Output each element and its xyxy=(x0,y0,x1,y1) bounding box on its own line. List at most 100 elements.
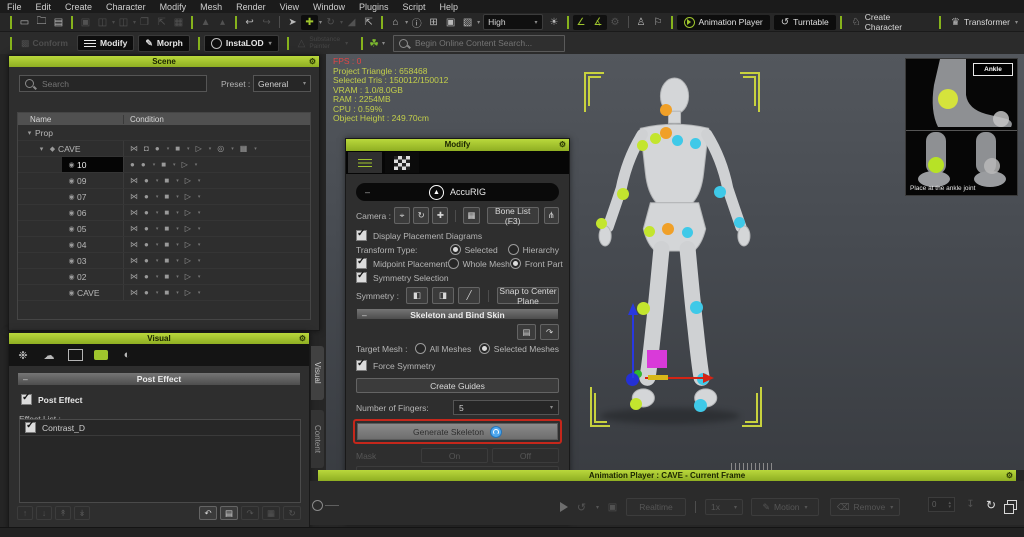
tab-rig-sliders[interactable] xyxy=(348,152,382,173)
tree-row-10[interactable]: ◉ 10 ● ●▾ ■▾ ▷▾ xyxy=(18,157,310,173)
tree-row-09[interactable]: ◉09 ⋈ ●▾ ■▾ ▷▾ xyxy=(18,173,310,189)
target-icon[interactable]: ◎ xyxy=(217,144,224,153)
tree-row-03[interactable]: ◉03 ⋈ ●▾ ■▾ ▷▾ xyxy=(18,253,310,269)
radio-selected[interactable] xyxy=(450,244,461,255)
link-icon[interactable]: ⋈ xyxy=(130,176,138,185)
mask-on-button[interactable]: On xyxy=(421,448,488,463)
player-settings-icon[interactable]: ⚙ xyxy=(1006,470,1013,481)
move-bottom-button[interactable]: ↡ xyxy=(74,506,90,520)
pose-tool-icon[interactable]: ♙ xyxy=(633,15,650,30)
material-book-icon[interactable]: ▧ xyxy=(459,15,476,30)
mesh-icon[interactable]: ■ xyxy=(164,272,169,281)
frame-spinner[interactable]: 0 ▴▾ xyxy=(928,497,955,512)
loop-button[interactable]: ↺ xyxy=(573,500,590,515)
tree-row-04[interactable]: ◉04 ⋈ ●▾ ■▾ ▷▾ xyxy=(18,237,310,253)
guide-dot-chest[interactable] xyxy=(660,127,672,139)
new-project-icon[interactable]: ▭ xyxy=(16,15,33,30)
visual-panel-header[interactable]: Visual⚙ xyxy=(9,333,309,344)
flag-state-icon[interactable]: ▷ xyxy=(185,272,191,281)
tab-post-effect-icon[interactable] xyxy=(89,346,113,364)
collapse-icon[interactable]: – xyxy=(23,373,28,385)
snap-center-button[interactable]: Snap to Center Plane xyxy=(497,287,559,304)
fullscreen-icon[interactable]: ▣ xyxy=(442,15,459,30)
create-character-button[interactable]: ♘ Create Character xyxy=(846,12,935,32)
tab-texture-checker[interactable] xyxy=(385,152,419,173)
material-sphere-icon[interactable]: ● xyxy=(144,192,149,201)
flag-state-icon[interactable]: ▷ xyxy=(182,160,188,169)
play-button[interactable] xyxy=(560,502,568,512)
focus-icon[interactable]: ⊞ xyxy=(425,15,442,30)
side-tab-visual[interactable]: Visual xyxy=(311,346,324,400)
guide-dot-foot-r[interactable] xyxy=(694,399,707,412)
rig-tool-icon[interactable]: ⚙ xyxy=(607,15,624,30)
save-icon[interactable]: ▤ xyxy=(50,15,67,30)
link-icon[interactable]: ⋈ xyxy=(130,256,138,265)
ankle-label-button[interactable]: Ankle xyxy=(973,63,1013,76)
flag-state-icon[interactable]: ▷ xyxy=(185,224,191,233)
move-top-button[interactable]: ↟ xyxy=(55,506,71,520)
apply-effect-button[interactable]: ↷ xyxy=(241,506,259,520)
animation-player-button[interactable]: Animation Player xyxy=(677,15,770,30)
guide-dot-knee-r[interactable] xyxy=(690,301,703,314)
collapse-icon[interactable]: – xyxy=(365,187,370,197)
radio-hierarchy[interactable] xyxy=(508,244,519,255)
transformer-button[interactable]: ♛ Transformer ▾ xyxy=(945,17,1024,28)
mesh-icon[interactable]: ■ xyxy=(164,224,169,233)
rotate-tool-icon[interactable]: ↻ xyxy=(322,15,339,30)
import-icon[interactable]: ▣ xyxy=(77,15,94,30)
guide-dot-arm-l[interactable] xyxy=(637,140,648,151)
mesh-icon[interactable]: ■ xyxy=(164,288,169,297)
material-sphere-icon[interactable]: ● xyxy=(144,272,149,281)
bone-list-button[interactable]: Bone List (F3) xyxy=(487,207,539,224)
radio-whole-mesh[interactable] xyxy=(448,258,459,269)
online-search-input[interactable] xyxy=(413,37,557,49)
angle-snap-icon[interactable]: ∠ xyxy=(573,15,590,30)
export-fbx-icon[interactable]: ◫ xyxy=(115,15,132,30)
expander-icon[interactable]: ▾ xyxy=(36,145,47,153)
fingers-dropdown[interactable]: 5▾ xyxy=(453,400,559,415)
guide-dot-hip-r[interactable] xyxy=(682,227,693,238)
open-project-icon[interactable]: 🗀 xyxy=(33,15,50,30)
tab-sky-icon[interactable]: ☁ xyxy=(37,346,61,364)
link-icon[interactable]: ⋈ xyxy=(130,272,138,281)
expander-icon[interactable]: ▾ xyxy=(24,129,35,137)
material-sphere-icon[interactable]: ● xyxy=(144,208,149,217)
tree-row-cave-child[interactable]: ◉CAVE ⋈ ●▾ ■▾ ▷▾ xyxy=(18,285,310,301)
radio-all-meshes[interactable] xyxy=(415,343,426,354)
duplicate-icon[interactable] xyxy=(1007,500,1017,510)
guide-dot-elbow-r[interactable] xyxy=(714,186,726,198)
guide-dot-chin[interactable] xyxy=(660,104,672,116)
display-placement-checkbox[interactable] xyxy=(356,230,367,241)
tree-row-05[interactable]: ◉05 ⋈ ●▾ ■▾ ▷▾ xyxy=(18,221,310,237)
menu-character[interactable]: Character xyxy=(99,2,153,12)
reset-effect-button[interactable]: ↻ xyxy=(283,506,301,520)
modify-settings-icon[interactable]: ⚙ xyxy=(559,139,566,151)
grid-state-icon[interactable]: ▦ xyxy=(240,144,248,153)
angle-measure-icon[interactable]: ∡ xyxy=(590,15,607,30)
mesh-icon[interactable]: ■ xyxy=(164,208,169,217)
menu-file[interactable]: File xyxy=(0,2,29,12)
conform-button[interactable]: ▩ Conform xyxy=(16,38,73,49)
symmetry-axis-button[interactable]: ╱ xyxy=(458,287,480,304)
guide-dot-clavicle-r[interactable] xyxy=(672,135,683,146)
tree-row-cave-parent[interactable]: ▾ ◆ CAVE ⋈ ◘ ●▾ ■▾ ▷▾ ◎▾ ▦▾ xyxy=(18,141,310,157)
turntable-button[interactable]: ↺ Turntable xyxy=(774,15,836,30)
radio-selected-meshes[interactable] xyxy=(479,343,490,354)
send-to-icon[interactable]: ⇱ xyxy=(153,15,170,30)
menu-window[interactable]: Window xyxy=(306,2,352,12)
modify-button[interactable]: Modify xyxy=(77,35,134,51)
upload-content-icon[interactable]: ▴ xyxy=(214,15,231,30)
menu-modify[interactable]: Modify xyxy=(153,2,194,12)
menu-create[interactable]: Create xyxy=(58,2,99,12)
menu-render[interactable]: Render xyxy=(229,2,273,12)
load-guides-button[interactable]: ↷ xyxy=(540,324,559,340)
mirror-right-button[interactable]: ◨ xyxy=(432,287,454,304)
menu-script[interactable]: Script xyxy=(396,2,433,12)
mesh-icon[interactable]: ■ xyxy=(164,256,169,265)
symmetry-selection-checkbox[interactable] xyxy=(356,272,367,283)
delete-effect-button[interactable]: ▦ xyxy=(262,506,280,520)
material-sphere-icon[interactable]: ● xyxy=(141,160,146,169)
refresh-3d-icon[interactable]: ↻ xyxy=(986,498,996,512)
move-tool-icon[interactable]: ✚ xyxy=(301,15,318,30)
material-sphere-icon[interactable]: ● xyxy=(144,240,149,249)
